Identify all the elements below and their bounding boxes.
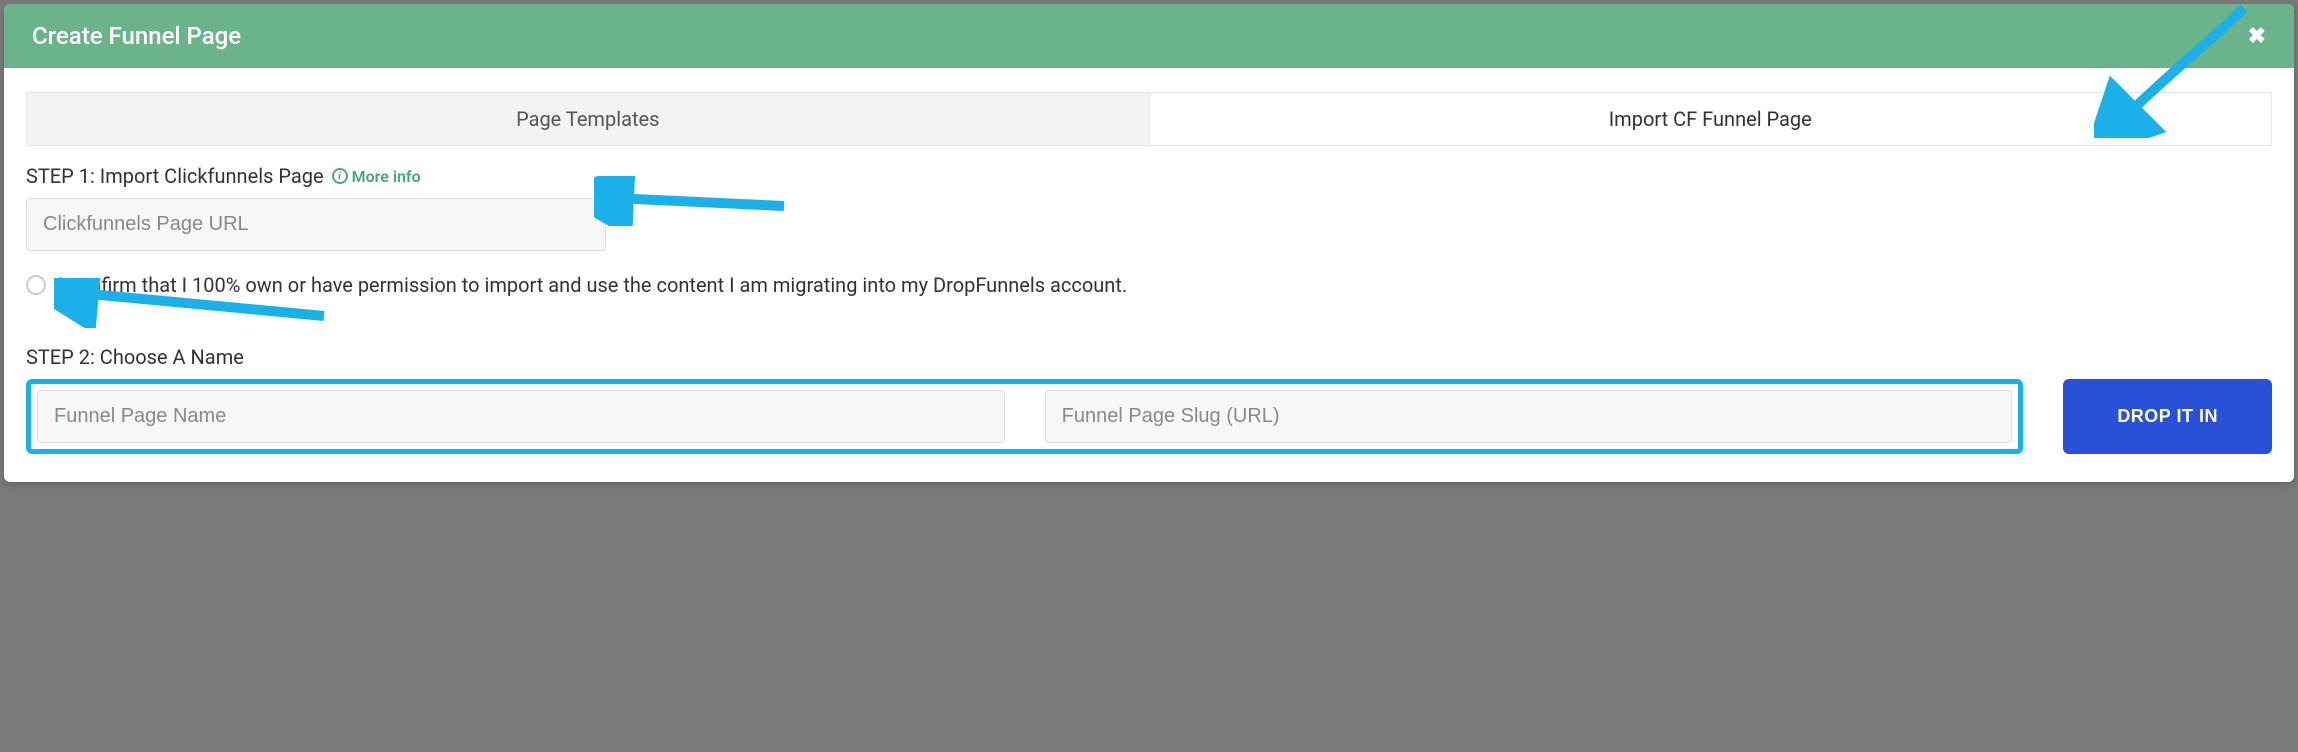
more-info-text: More info <box>352 167 421 186</box>
close-button[interactable]: ✖ <box>2248 25 2266 47</box>
more-info-link[interactable]: i More info <box>332 167 421 186</box>
step2-label: STEP 2: Choose A Name <box>26 345 244 369</box>
modal-header: Create Funnel Page ✖ <box>4 4 2294 68</box>
tab-bar: Page Templates Import CF Funnel Page <box>26 92 2272 146</box>
url-input-wrap <box>26 198 606 251</box>
info-icon: i <box>332 168 348 184</box>
tab-import-cf[interactable]: Import CF Funnel Page <box>1150 93 2272 145</box>
step2-row: DROP IT IN <box>26 379 2272 454</box>
clickfunnels-url-input[interactable] <box>26 198 606 251</box>
step1-label: STEP 1: Import Clickfunnels Page <box>26 164 324 188</box>
confirm-text: I confirm that I 100% own or have permis… <box>58 273 1127 297</box>
modal-body: Page Templates Import CF Funnel Page STE… <box>4 68 2294 482</box>
step1-label-row: STEP 1: Import Clickfunnels Page i More … <box>26 164 2272 188</box>
confirm-ownership-radio[interactable] <box>26 275 46 295</box>
close-icon: ✖ <box>2248 23 2266 48</box>
modal-title: Create Funnel Page <box>32 22 241 50</box>
funnel-page-name-input[interactable] <box>37 390 1005 443</box>
tab-page-templates[interactable]: Page Templates <box>27 93 1150 145</box>
step2-label-row: STEP 2: Choose A Name <box>26 345 2272 369</box>
funnel-page-slug-input[interactable] <box>1045 390 2013 443</box>
name-inputs-highlight <box>26 379 2023 454</box>
confirm-row: I confirm that I 100% own or have permis… <box>26 273 2272 297</box>
create-funnel-modal: Create Funnel Page ✖ Page Templates Impo… <box>4 4 2294 482</box>
drop-it-in-button[interactable]: DROP IT IN <box>2063 379 2272 454</box>
